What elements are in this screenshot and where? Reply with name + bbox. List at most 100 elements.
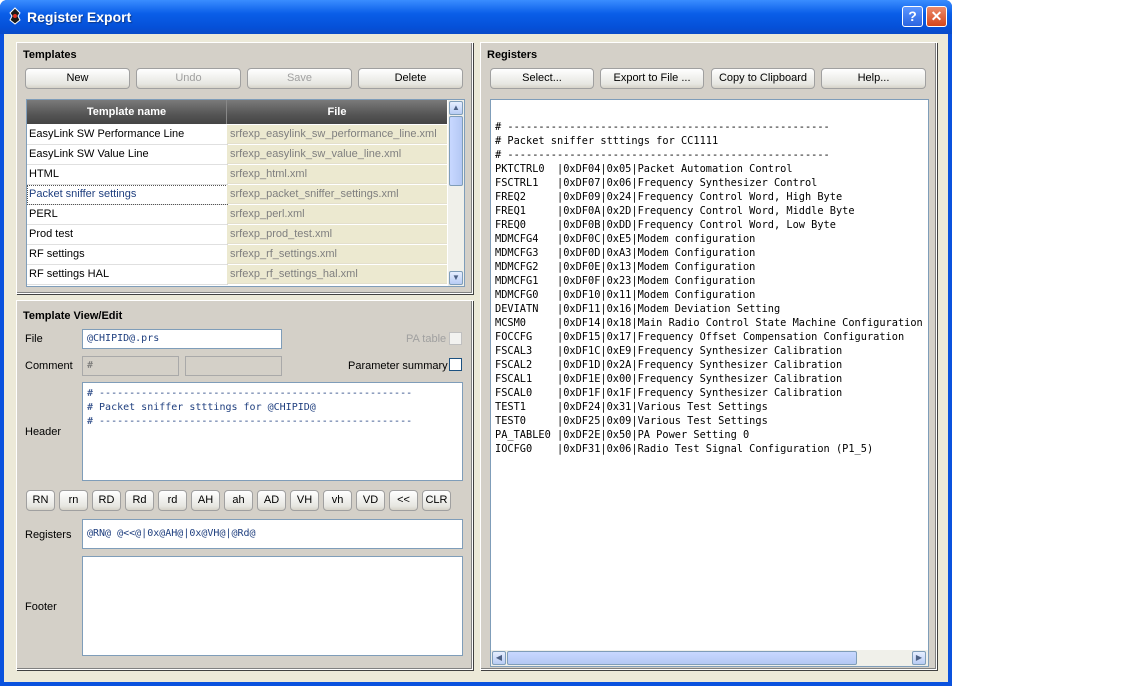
title-bar[interactable]: Register Export ? ✕	[0, 0, 952, 34]
template-name-cell[interactable]: Prod test	[27, 225, 228, 245]
header-line: # --------------------------------------…	[87, 416, 413, 427]
client-area: Templates New Undo Save Delete Template …	[4, 34, 948, 682]
column-header-template-name[interactable]: Template name	[27, 100, 227, 124]
select-button[interactable]: Select...	[490, 68, 594, 89]
registers-title: Registers	[487, 49, 538, 61]
template-name-cell[interactable]: HTML	[27, 165, 228, 185]
symbol-button-rd-mixed[interactable]: Rd	[125, 490, 154, 511]
symbol-button-bar: RN rn RD Rd rd AH ah AD VH vh VD << CLR	[26, 490, 466, 512]
table-row[interactable]: HTML srfexp_html.xml	[27, 165, 447, 185]
scroll-thumb[interactable]	[507, 651, 857, 665]
app-logo-icon	[9, 7, 21, 25]
comment-extra-input[interactable]	[185, 356, 282, 376]
table-row-selected[interactable]: Packet sniffer settings srfexp_packet_sn…	[27, 185, 447, 205]
template-file-cell[interactable]: srfexp_easylink_sw_value_line.xml	[227, 145, 447, 164]
register-line: TEST1 |0xDF24|0x31|Various Test Settings	[495, 401, 768, 413]
symbol-button-rn-upper[interactable]: RN	[26, 490, 55, 511]
register-line: MDMCFG1 |0xDF0F|0x23|Modem Configuration	[495, 275, 756, 287]
template-name-cell[interactable]: EasyLink SW Performance Line	[27, 125, 228, 145]
save-button[interactable]: Save	[247, 68, 352, 89]
register-line: IOCFG0 |0xDF31|0x06|Radio Test Signal Co…	[495, 443, 874, 455]
header-textarea[interactable]: # --------------------------------------…	[82, 382, 463, 481]
templates-vertical-scrollbar[interactable]: ▲ ▼	[448, 100, 464, 286]
table-row[interactable]: EasyLink SW Performance Line srfexp_easy…	[27, 125, 447, 145]
symbol-button-ah-lower[interactable]: ah	[224, 490, 253, 511]
header-label: Header	[25, 426, 62, 438]
registers-output-view[interactable]: # --------------------------------------…	[490, 99, 929, 667]
footer-textarea[interactable]	[82, 556, 463, 656]
template-name-cell[interactable]: RF settings HAL	[27, 265, 228, 285]
table-row[interactable]: EasyLink SW Value Line srfexp_easylink_s…	[27, 145, 447, 165]
new-template-button[interactable]: New	[25, 68, 130, 89]
symbol-button-ad[interactable]: AD	[257, 490, 286, 511]
register-line: DEVIATN |0xDF11|0x16|Modem Deviation Set…	[495, 303, 781, 315]
symbol-button-rd-lower[interactable]: rd	[158, 490, 187, 511]
table-row[interactable]: RF settings srfexp_rf_settings.xml	[27, 245, 447, 265]
template-name-cell[interactable]: PERL	[27, 205, 228, 225]
scroll-left-icon[interactable]: ◀	[492, 651, 506, 665]
scroll-right-icon[interactable]: ▶	[912, 651, 926, 665]
template-file-cell[interactable]: srfexp_packet_sniffer_settings.xml	[227, 185, 447, 204]
header-line: # Packet sniffer stttings for @CHIPID@	[87, 402, 316, 413]
template-file-cell[interactable]: srfexp_prod_test.xml	[227, 225, 447, 244]
template-file-cell[interactable]: srfexp_html.xml	[227, 165, 447, 184]
symbol-button-vh-lower[interactable]: vh	[323, 490, 352, 511]
templates-title: Templates	[23, 49, 77, 61]
register-line: MDMCFG3 |0xDF0D|0xA3|Modem Configuration	[495, 247, 756, 259]
delete-button[interactable]: Delete	[358, 68, 463, 89]
register-line: FSCAL2 |0xDF1D|0x2A|Frequency Synthesize…	[495, 359, 843, 371]
parameter-summary-label: Parameter summary	[348, 360, 448, 372]
register-line: MDMCFG4 |0xDF0C|0xE5|Modem configuration	[495, 233, 756, 245]
symbol-button-shift[interactable]: <<	[389, 490, 418, 511]
comment-input[interactable]: #	[82, 356, 179, 376]
table-row[interactable]: Prod test srfexp_prod_test.xml	[27, 225, 447, 245]
file-label: File	[25, 333, 43, 345]
header-line: # --------------------------------------…	[87, 388, 413, 399]
column-header-file[interactable]: File	[227, 100, 447, 124]
template-name-cell[interactable]: EasyLink SW Value Line	[27, 145, 228, 165]
register-line: PA_TABLE0 |0xDF2E|0x50|PA Power Setting …	[495, 429, 750, 441]
pa-table-checkbox[interactable]	[449, 332, 462, 345]
template-name-cell[interactable]: RF settings	[27, 245, 228, 265]
register-line: FSCAL3 |0xDF1C|0xE9|Frequency Synthesize…	[495, 345, 843, 357]
registers-output-text: # --------------------------------------…	[495, 106, 923, 484]
scroll-down-icon[interactable]: ▼	[449, 271, 463, 285]
symbol-button-clear[interactable]: CLR	[422, 490, 451, 511]
template-file-cell[interactable]: srfexp_easylink_sw_performance_line.xml	[227, 125, 447, 144]
close-window-button[interactable]: ✕	[926, 6, 947, 27]
comment-label: Comment	[25, 360, 73, 372]
scroll-up-icon[interactable]: ▲	[449, 101, 463, 115]
window-title: Register Export	[27, 9, 132, 25]
register-line: MCSM0 |0xDF14|0x18|Main Radio Control St…	[495, 317, 923, 329]
scroll-thumb[interactable]	[449, 116, 463, 186]
parameter-summary-checkbox[interactable]	[449, 358, 462, 371]
table-row[interactable]: RF settings HAL srfexp_rf_settings_hal.x…	[27, 265, 447, 285]
template-file-cell[interactable]: srfexp_rf_settings_hal.xml	[227, 265, 447, 284]
templates-table[interactable]: Template name File EasyLink SW Performan…	[26, 99, 465, 287]
register-line: FREQ0 |0xDF0B|0xDD|Frequency Control Wor…	[495, 219, 836, 231]
help-button[interactable]: Help...	[821, 68, 926, 89]
register-line: TEST0 |0xDF25|0x09|Various Test Settings	[495, 415, 768, 427]
copy-to-clipboard-button[interactable]: Copy to Clipboard	[711, 68, 815, 89]
registers-format-input[interactable]: @RN@ @<<@|0x@AH@|0x@VH@|@Rd@	[82, 519, 463, 549]
register-line: MDMCFG2 |0xDF0E|0x13|Modem Configuration	[495, 261, 756, 273]
registers-horizontal-scrollbar[interactable]: ◀ ▶	[491, 650, 928, 666]
export-to-file-button[interactable]: Export to File ...	[600, 68, 704, 89]
undo-button[interactable]: Undo	[136, 68, 241, 89]
template-name-cell[interactable]: Packet sniffer settings	[27, 185, 228, 205]
help-title-button[interactable]: ?	[902, 6, 923, 27]
template-file-cell[interactable]: srfexp_rf_settings.xml	[227, 245, 447, 264]
symbol-button-rd-upper[interactable]: RD	[92, 490, 121, 511]
file-name-input[interactable]: @CHIPID@.prs	[82, 329, 282, 349]
symbol-button-vd[interactable]: VD	[356, 490, 385, 511]
symbol-button-rn-lower[interactable]: rn	[59, 490, 88, 511]
template-edit-panel: Template View/Edit File @CHIPID@.prs PA …	[16, 300, 473, 670]
register-line: # --------------------------------------…	[495, 121, 830, 133]
register-line: PKTCTRL0 |0xDF04|0x05|Packet Automation …	[495, 163, 793, 175]
symbol-button-ah-upper[interactable]: AH	[191, 490, 220, 511]
register-line: FSCAL1 |0xDF1E|0x00|Frequency Synthesize…	[495, 373, 843, 385]
register-line: # --------------------------------------…	[495, 149, 830, 161]
table-row[interactable]: PERL srfexp_perl.xml	[27, 205, 447, 225]
symbol-button-vh-upper[interactable]: VH	[290, 490, 319, 511]
template-file-cell[interactable]: srfexp_perl.xml	[227, 205, 447, 224]
